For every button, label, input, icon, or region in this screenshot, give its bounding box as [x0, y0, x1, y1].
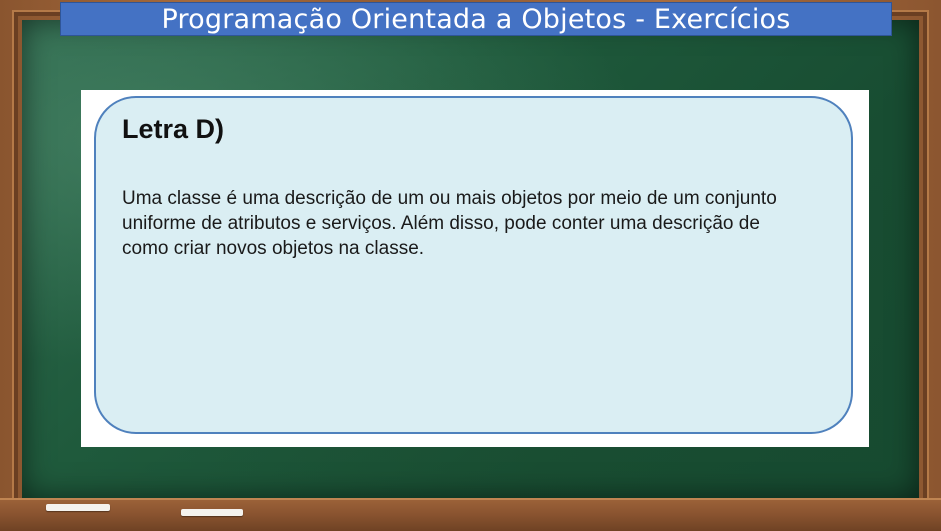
- body-line: uniforme de atributos e serviços. Além d…: [122, 213, 760, 234]
- title-banner: Programação Orientada a Objetos - Exercí…: [60, 2, 892, 36]
- answer-card: Letra D) Uma classe é uma descrição de u…: [94, 96, 853, 434]
- chalk-piece: [46, 504, 110, 511]
- slide-panel: Letra D) Uma classe é uma descrição de u…: [81, 90, 869, 447]
- chalk-tray: [0, 498, 941, 531]
- card-body-text: Uma classe é uma descrição de um ou mais…: [122, 186, 837, 261]
- card-heading: Letra D): [122, 114, 225, 144]
- chalk-piece: [181, 509, 243, 516]
- body-line: como criar novos objetos na classe.: [122, 238, 425, 259]
- body-line: Uma classe é uma descrição de um ou mais…: [122, 188, 777, 209]
- slide-title: Programação Orientada a Objetos - Exercí…: [161, 3, 791, 35]
